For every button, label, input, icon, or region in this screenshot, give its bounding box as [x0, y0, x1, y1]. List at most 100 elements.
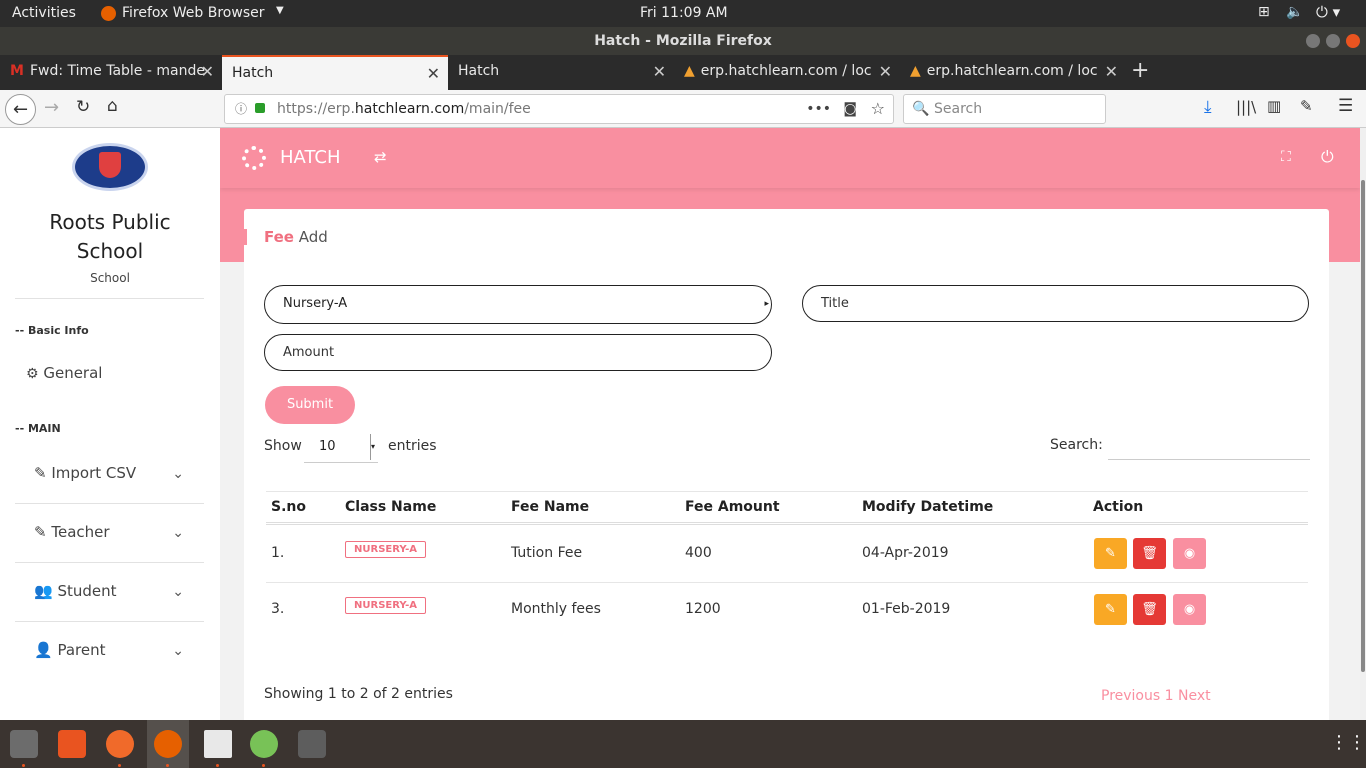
- app-menu[interactable]: Firefox Web Browser: [122, 5, 265, 21]
- gmail-icon: M: [10, 63, 24, 79]
- tab-gmail[interactable]: M Fwd: Time Table - mande ✕: [0, 55, 222, 90]
- edit-button[interactable]: ✎: [1094, 538, 1127, 569]
- minimize-button[interactable]: [1306, 34, 1320, 48]
- sidebar-toggle-icon[interactable]: ▥: [1267, 97, 1281, 115]
- card-title-rest: Add: [294, 228, 328, 246]
- sidebar-item-student[interactable]: 👥 Student ⌄: [0, 576, 220, 610]
- activities-button[interactable]: Activities: [12, 5, 76, 21]
- col-header-sno[interactable]: S.no: [271, 499, 306, 515]
- delete-button[interactable]: 🗑: [1133, 538, 1166, 569]
- table-row: 3. NURSERY-A Monthly fees 1200 01-Feb-20…: [266, 583, 1308, 639]
- library-icon[interactable]: |||\: [1236, 98, 1256, 116]
- sidebar-item-parent[interactable]: 👤 Parent ⌄: [0, 635, 220, 669]
- tab-label: erp.hatchlearn.com / loc: [926, 63, 1098, 79]
- new-tab-button[interactable]: +: [1131, 58, 1149, 83]
- eye-icon: ◉: [1183, 546, 1196, 561]
- pagination: Previous 1 Next: [1101, 688, 1211, 704]
- network-icon[interactable]: ⊞: [1258, 4, 1270, 20]
- title-input[interactable]: Title: [802, 285, 1309, 322]
- running-dot: [216, 764, 219, 767]
- sidebar-item-label: Parent: [57, 641, 106, 659]
- postman-icon[interactable]: [106, 730, 134, 758]
- firefox-taskbar-icon[interactable]: [154, 730, 182, 758]
- chevron-down-icon: ⌄: [172, 584, 184, 600]
- download-icon[interactable]: ⤓: [1204, 97, 1212, 117]
- edit-button[interactable]: ✎: [1094, 594, 1127, 625]
- info-icon[interactable]: ⓘ: [235, 95, 247, 123]
- scrollbar-track[interactable]: [1360, 128, 1366, 720]
- close-icon[interactable]: ✕: [653, 55, 666, 88]
- url-bar[interactable]: ⓘ https://erp.hatchlearn.com/main/fee ••…: [224, 94, 894, 124]
- search-box[interactable]: 🔍 Search: [903, 94, 1106, 124]
- power-icon[interactable]: ⏻ ▾: [1316, 3, 1340, 21]
- trash-icon: 🗑: [1141, 546, 1158, 561]
- previous-button[interactable]: Previous: [1101, 688, 1160, 704]
- fullscreen-icon[interactable]: ⛶: [1281, 149, 1291, 165]
- entries-select[interactable]: 10 ▾: [304, 430, 378, 463]
- forward-button[interactable]: →: [44, 97, 59, 118]
- page-actions-icon[interactable]: •••: [806, 95, 831, 123]
- tab-hatch[interactable]: Hatch ✕: [448, 55, 674, 90]
- clock[interactable]: Fri 11:09 AM: [640, 5, 728, 21]
- close-icon[interactable]: ✕: [201, 55, 214, 88]
- class-badge: NURSERY-A: [345, 541, 427, 558]
- sidebar-item-import-csv[interactable]: ✎ Import CSV ⌄: [0, 458, 220, 492]
- sidebar-item-label: Student: [57, 582, 117, 600]
- col-header-class[interactable]: Class Name: [345, 499, 436, 515]
- col-header-fee-amount[interactable]: Fee Amount: [685, 499, 780, 515]
- scrollbar-thumb[interactable]: [1361, 180, 1365, 672]
- cell-sno: 3.: [271, 601, 285, 617]
- bookmark-star-icon[interactable]: ☆: [871, 95, 885, 123]
- class-select[interactable]: Nursery-A ▸: [264, 285, 772, 324]
- sidebar-item-teacher[interactable]: ✎ Teacher ⌄: [0, 517, 220, 551]
- main-content: HATCH ⇄ ⛶ ⏻ Fee Add Nursery-A ▸ Title Am…: [220, 128, 1360, 720]
- col-header-fee-name[interactable]: Fee Name: [511, 499, 589, 515]
- pencil-icon: ✎: [1105, 602, 1116, 617]
- close-window-button[interactable]: [1346, 34, 1360, 48]
- col-header-action[interactable]: Action: [1093, 499, 1143, 515]
- menu-icon[interactable]: ☰: [1338, 96, 1353, 116]
- delete-button[interactable]: 🗑: [1133, 594, 1166, 625]
- software-center-icon[interactable]: [58, 730, 86, 758]
- tab-erp-2[interactable]: ▲ erp.hatchlearn.com / loc ✕: [900, 55, 1126, 90]
- home-icon[interactable]: ⌂: [107, 96, 118, 116]
- view-button[interactable]: ◉: [1173, 538, 1206, 569]
- col-header-datetime[interactable]: Modify Datetime: [862, 499, 993, 515]
- show-apps-icon[interactable]: ⋮⋮⋮: [1330, 732, 1366, 753]
- table-header-border: [266, 522, 1308, 525]
- url-domain: hatchlearn.com: [354, 101, 465, 117]
- calculator-icon[interactable]: [298, 730, 326, 758]
- class-badge: NURSERY-A: [345, 597, 427, 614]
- table-row: 1. NURSERY-A Tution Fee 400 04-Apr-2019 …: [266, 527, 1308, 583]
- pocket-icon[interactable]: ◙: [843, 95, 857, 123]
- amount-input[interactable]: Amount: [264, 334, 772, 371]
- maximize-button[interactable]: [1326, 34, 1340, 48]
- cell-sno: 1.: [271, 545, 285, 561]
- eyedropper-icon[interactable]: ✎: [1300, 97, 1313, 115]
- view-button[interactable]: ◉: [1173, 594, 1206, 625]
- submit-button[interactable]: Submit: [265, 386, 355, 424]
- reload-icon[interactable]: ↻: [76, 97, 90, 117]
- chevron-down-icon: ▼: [276, 5, 284, 16]
- divider: [15, 562, 204, 563]
- search-icon: 🔍: [912, 101, 930, 117]
- tab-erp-1[interactable]: ▲ erp.hatchlearn.com / loc ✕: [674, 55, 900, 90]
- toggle-sidebar-icon[interactable]: ⇄: [374, 148, 387, 166]
- sidebar: Roots Public School School -- Basic Info…: [0, 128, 220, 720]
- back-button[interactable]: ←: [5, 94, 36, 125]
- close-icon[interactable]: ✕: [1098, 55, 1118, 88]
- close-icon[interactable]: ✕: [427, 57, 440, 90]
- volume-icon[interactable]: 🔈: [1286, 4, 1303, 20]
- tab-hatch-active[interactable]: Hatch ✕: [222, 55, 448, 90]
- next-button[interactable]: Next: [1178, 688, 1211, 704]
- page-1-button[interactable]: 1: [1165, 688, 1174, 704]
- close-icon[interactable]: ✕: [872, 55, 892, 88]
- text-editor-icon[interactable]: [204, 730, 232, 758]
- power-icon[interactable]: ⏻: [1321, 147, 1334, 167]
- sidebar-item-general[interactable]: ⚙ General: [26, 364, 102, 382]
- cell-amount: 400: [685, 545, 712, 561]
- table-search-input[interactable]: [1108, 429, 1310, 460]
- table-info: Showing 1 to 2 of 2 entries: [264, 686, 453, 702]
- android-studio-icon[interactable]: [250, 730, 278, 758]
- files-icon[interactable]: [10, 730, 38, 758]
